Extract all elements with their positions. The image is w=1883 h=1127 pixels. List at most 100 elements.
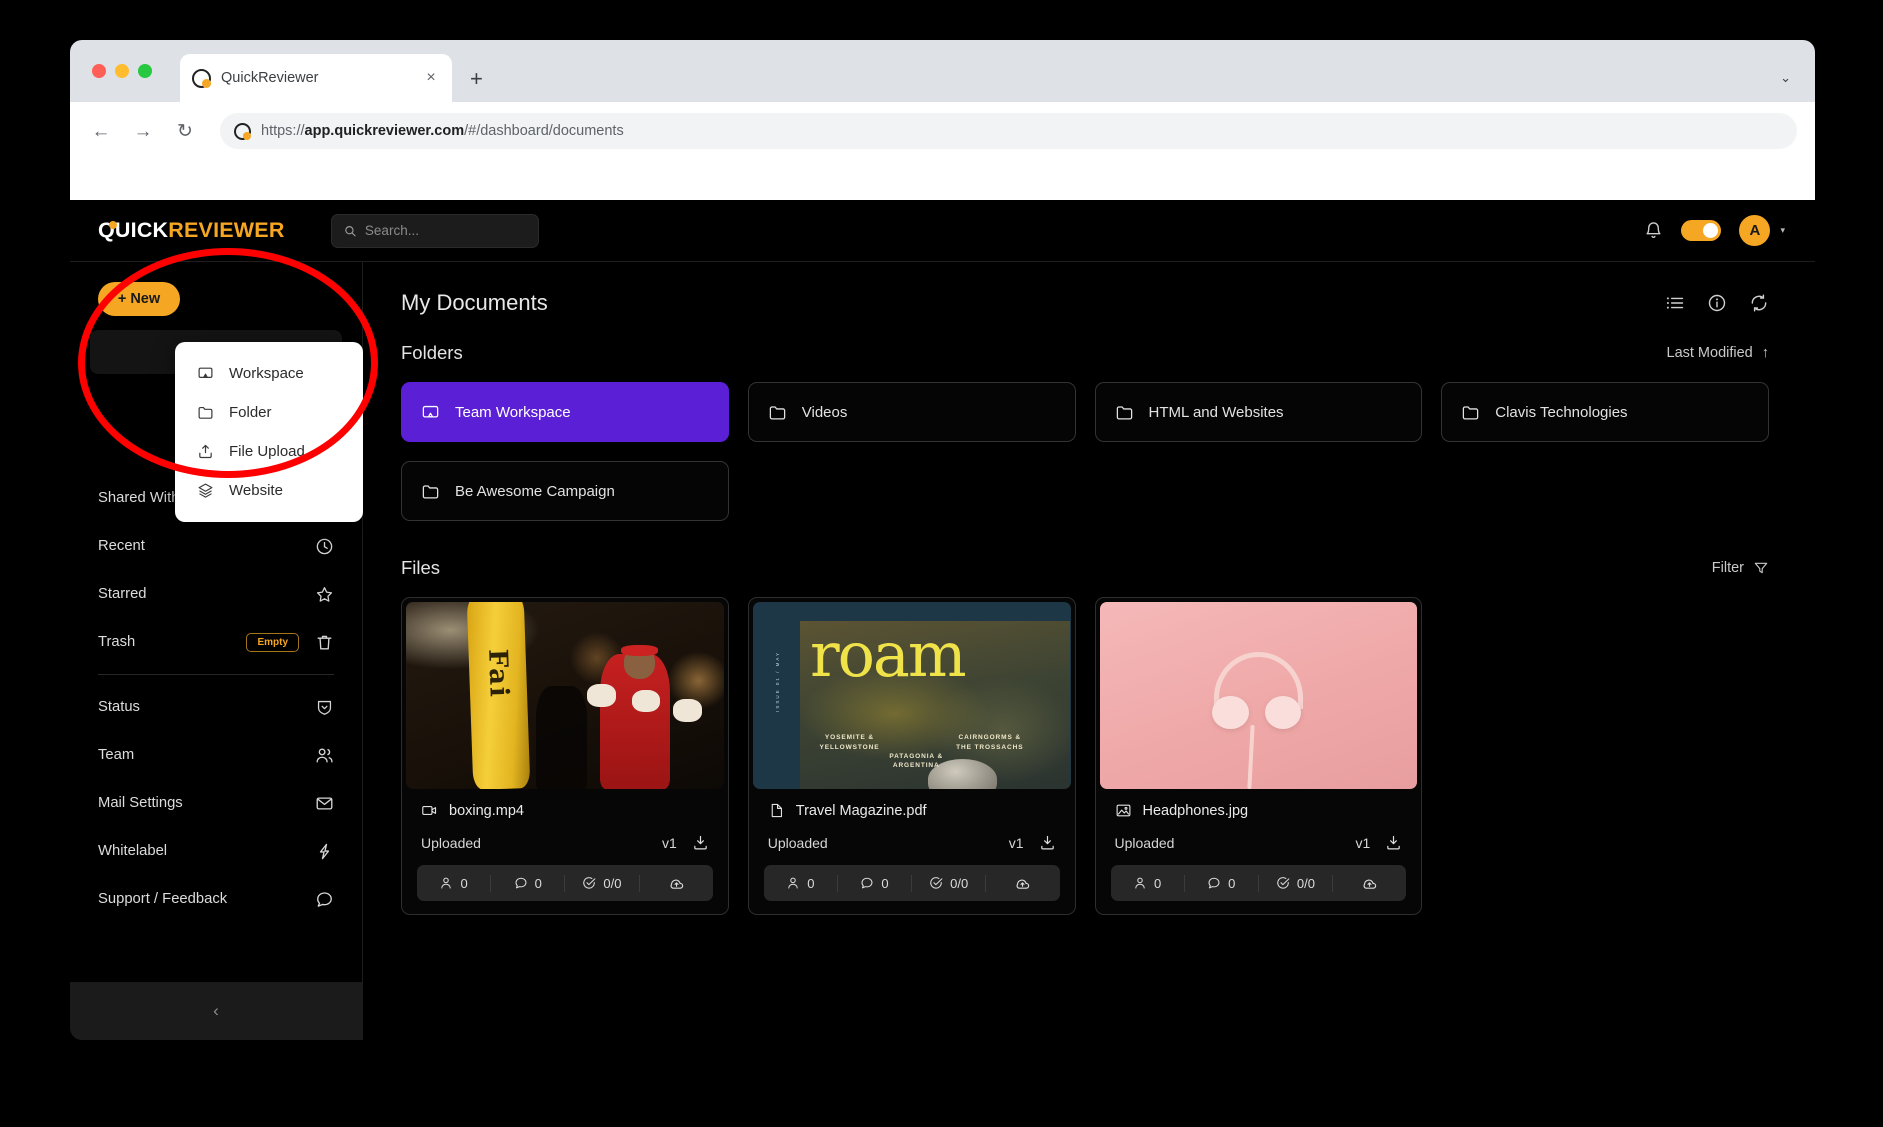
refresh-icon[interactable]: [1749, 293, 1769, 313]
folders-title: Folders: [401, 342, 463, 364]
bolt-icon: [315, 842, 334, 861]
stat-comments[interactable]: 0: [491, 875, 565, 892]
stat-reviewers[interactable]: 0: [417, 875, 491, 892]
search-input[interactable]: [365, 223, 526, 238]
stat-comments[interactable]: 0: [1185, 875, 1259, 892]
folder-card-clavis-technologies[interactable]: Clavis Technologies: [1441, 382, 1769, 442]
folder-icon: [768, 403, 787, 422]
folder-card-be-awesome-campaign[interactable]: Be Awesome Campaign: [401, 461, 729, 521]
approval-check-icon: [582, 876, 596, 890]
info-icon[interactable]: [1707, 293, 1727, 313]
theme-toggle[interactable]: [1681, 220, 1721, 241]
file-status: Uploaded: [1115, 835, 1175, 851]
dropdown-item-website[interactable]: Website: [175, 471, 363, 510]
download-icon[interactable]: [1039, 834, 1056, 851]
sidebar-item-whitelabel[interactable]: Whitelabel: [70, 827, 362, 875]
close-window-button[interactable]: [92, 64, 106, 78]
trash-icon: [315, 633, 334, 652]
clock-icon: [315, 537, 334, 556]
minimize-window-button[interactable]: [115, 64, 129, 78]
sort-arrow-icon[interactable]: ↑: [1762, 345, 1769, 361]
stat-share[interactable]: [1333, 875, 1406, 892]
stat-share[interactable]: [640, 875, 713, 892]
stat-approvals[interactable]: 0/0: [565, 875, 639, 892]
layers-icon: [197, 482, 214, 499]
file-thumbnail[interactable]: [406, 602, 724, 789]
file-name: Travel Magazine.pdf: [796, 803, 927, 819]
dropdown-item-folder[interactable]: Folder: [175, 393, 363, 432]
folders-section-header: Folders Last Modified ↑: [401, 342, 1769, 364]
chevron-down-icon[interactable]: ⌄: [1780, 70, 1791, 86]
stat-reviewers[interactable]: 0: [764, 875, 838, 892]
sidebar-item-mail-settings[interactable]: Mail Settings: [70, 779, 362, 827]
boxing-glove: [587, 684, 616, 706]
maximize-window-button[interactable]: [138, 64, 152, 78]
back-icon[interactable]: ←: [88, 122, 114, 141]
bell-icon[interactable]: [1644, 221, 1663, 240]
folder-card-team-workspace[interactable]: Team Workspace: [401, 382, 729, 442]
window-controls[interactable]: [92, 64, 152, 78]
filter-control[interactable]: Filter: [1712, 560, 1769, 576]
close-tab-icon[interactable]: ×: [422, 70, 440, 86]
chevron-down-icon[interactable]: ▾: [1780, 225, 1785, 236]
download-icon[interactable]: [1385, 834, 1402, 851]
reviewers-count: 0: [807, 876, 814, 891]
approvals-count: 0/0: [603, 876, 621, 891]
file-thumbnail[interactable]: ISSUE 01 / MAY roam YOSEMITE &YELLOWSTON…: [753, 602, 1071, 789]
sidebar-item-support-feedback[interactable]: Support / Feedback: [70, 875, 362, 923]
folder-card-videos[interactable]: Videos: [748, 382, 1076, 442]
sidebar-item-team[interactable]: Team: [70, 731, 362, 779]
approval-check-icon: [1276, 876, 1290, 890]
download-icon[interactable]: [692, 834, 709, 851]
sidebar-item-starred[interactable]: Starred: [70, 570, 362, 618]
sidebar-item-recent[interactable]: Recent: [70, 522, 362, 570]
file-card-boxing[interactable]: boxing.mp4 Uploaded v1: [401, 597, 729, 915]
browser-window: QuickReviewer × + ⌄ ← → ↻ https://app.qu…: [70, 40, 1815, 1040]
stat-approvals[interactable]: 0/0: [912, 875, 986, 892]
dropdown-item-workspace[interactable]: Workspace: [175, 354, 363, 393]
stat-share[interactable]: [986, 875, 1059, 892]
trash-empty-badge[interactable]: Empty: [246, 633, 299, 652]
app-logo[interactable]: QUICKREVIEWER: [98, 218, 285, 243]
image-thumbnail-image: [1100, 602, 1418, 789]
reload-icon[interactable]: ↻: [172, 122, 198, 141]
browser-tab[interactable]: QuickReviewer ×: [180, 54, 452, 102]
shield-icon: [315, 698, 334, 717]
list-view-icon[interactable]: [1665, 293, 1685, 313]
file-stats-bar: 0 0 0/0: [1111, 865, 1407, 901]
users-icon: [315, 746, 334, 765]
dropdown-item-file-upload[interactable]: File Upload: [175, 432, 363, 471]
dropdown-item-label: Website: [229, 482, 283, 499]
file-meta: Travel Magazine.pdf Uploaded v1: [753, 789, 1071, 851]
folder-card-html-and-websites[interactable]: HTML and Websites: [1095, 382, 1423, 442]
sidebar-item-status[interactable]: Status: [70, 683, 362, 731]
sidebar-collapse-button[interactable]: ‹: [70, 982, 362, 1040]
forward-icon[interactable]: →: [130, 122, 156, 141]
stat-comments[interactable]: 0: [838, 875, 912, 892]
sort-control[interactable]: Last Modified ↑: [1667, 345, 1770, 361]
filter-icon[interactable]: [1753, 560, 1769, 576]
new-tab-icon[interactable]: +: [470, 68, 483, 90]
sidebar-item-trash[interactable]: Trash Empty: [70, 618, 362, 666]
folder-name: Be Awesome Campaign: [455, 483, 615, 500]
address-bar[interactable]: https://app.quickreviewer.com/#/dashboar…: [220, 113, 1797, 149]
search-box[interactable]: [331, 214, 539, 248]
file-card-travel-magazine[interactable]: ISSUE 01 / MAY roam YOSEMITE &YELLOWSTON…: [748, 597, 1076, 915]
new-button[interactable]: + New: [98, 282, 180, 316]
stat-reviewers[interactable]: 0: [1111, 875, 1185, 892]
user-icon: [1133, 876, 1147, 890]
dropdown-item-label: Folder: [229, 404, 272, 421]
comment-icon: [860, 876, 874, 890]
folder-icon: [421, 482, 440, 501]
file-card-headphones[interactable]: Headphones.jpg Uploaded v1: [1095, 597, 1423, 915]
sidebar-item-label: Team: [98, 747, 315, 763]
avatar[interactable]: A: [1739, 215, 1770, 246]
stat-approvals[interactable]: 0/0: [1259, 875, 1333, 892]
folder-name: Team Workspace: [455, 404, 571, 421]
file-thumbnail[interactable]: [1100, 602, 1418, 789]
filter-label: Filter: [1712, 560, 1744, 576]
browser-toolbar: ← → ↻ https://app.quickreviewer.com/#/da…: [70, 102, 1815, 160]
dropdown-item-label: Workspace: [229, 365, 304, 382]
file-name: Headphones.jpg: [1143, 803, 1249, 819]
search-icon: [344, 224, 356, 238]
